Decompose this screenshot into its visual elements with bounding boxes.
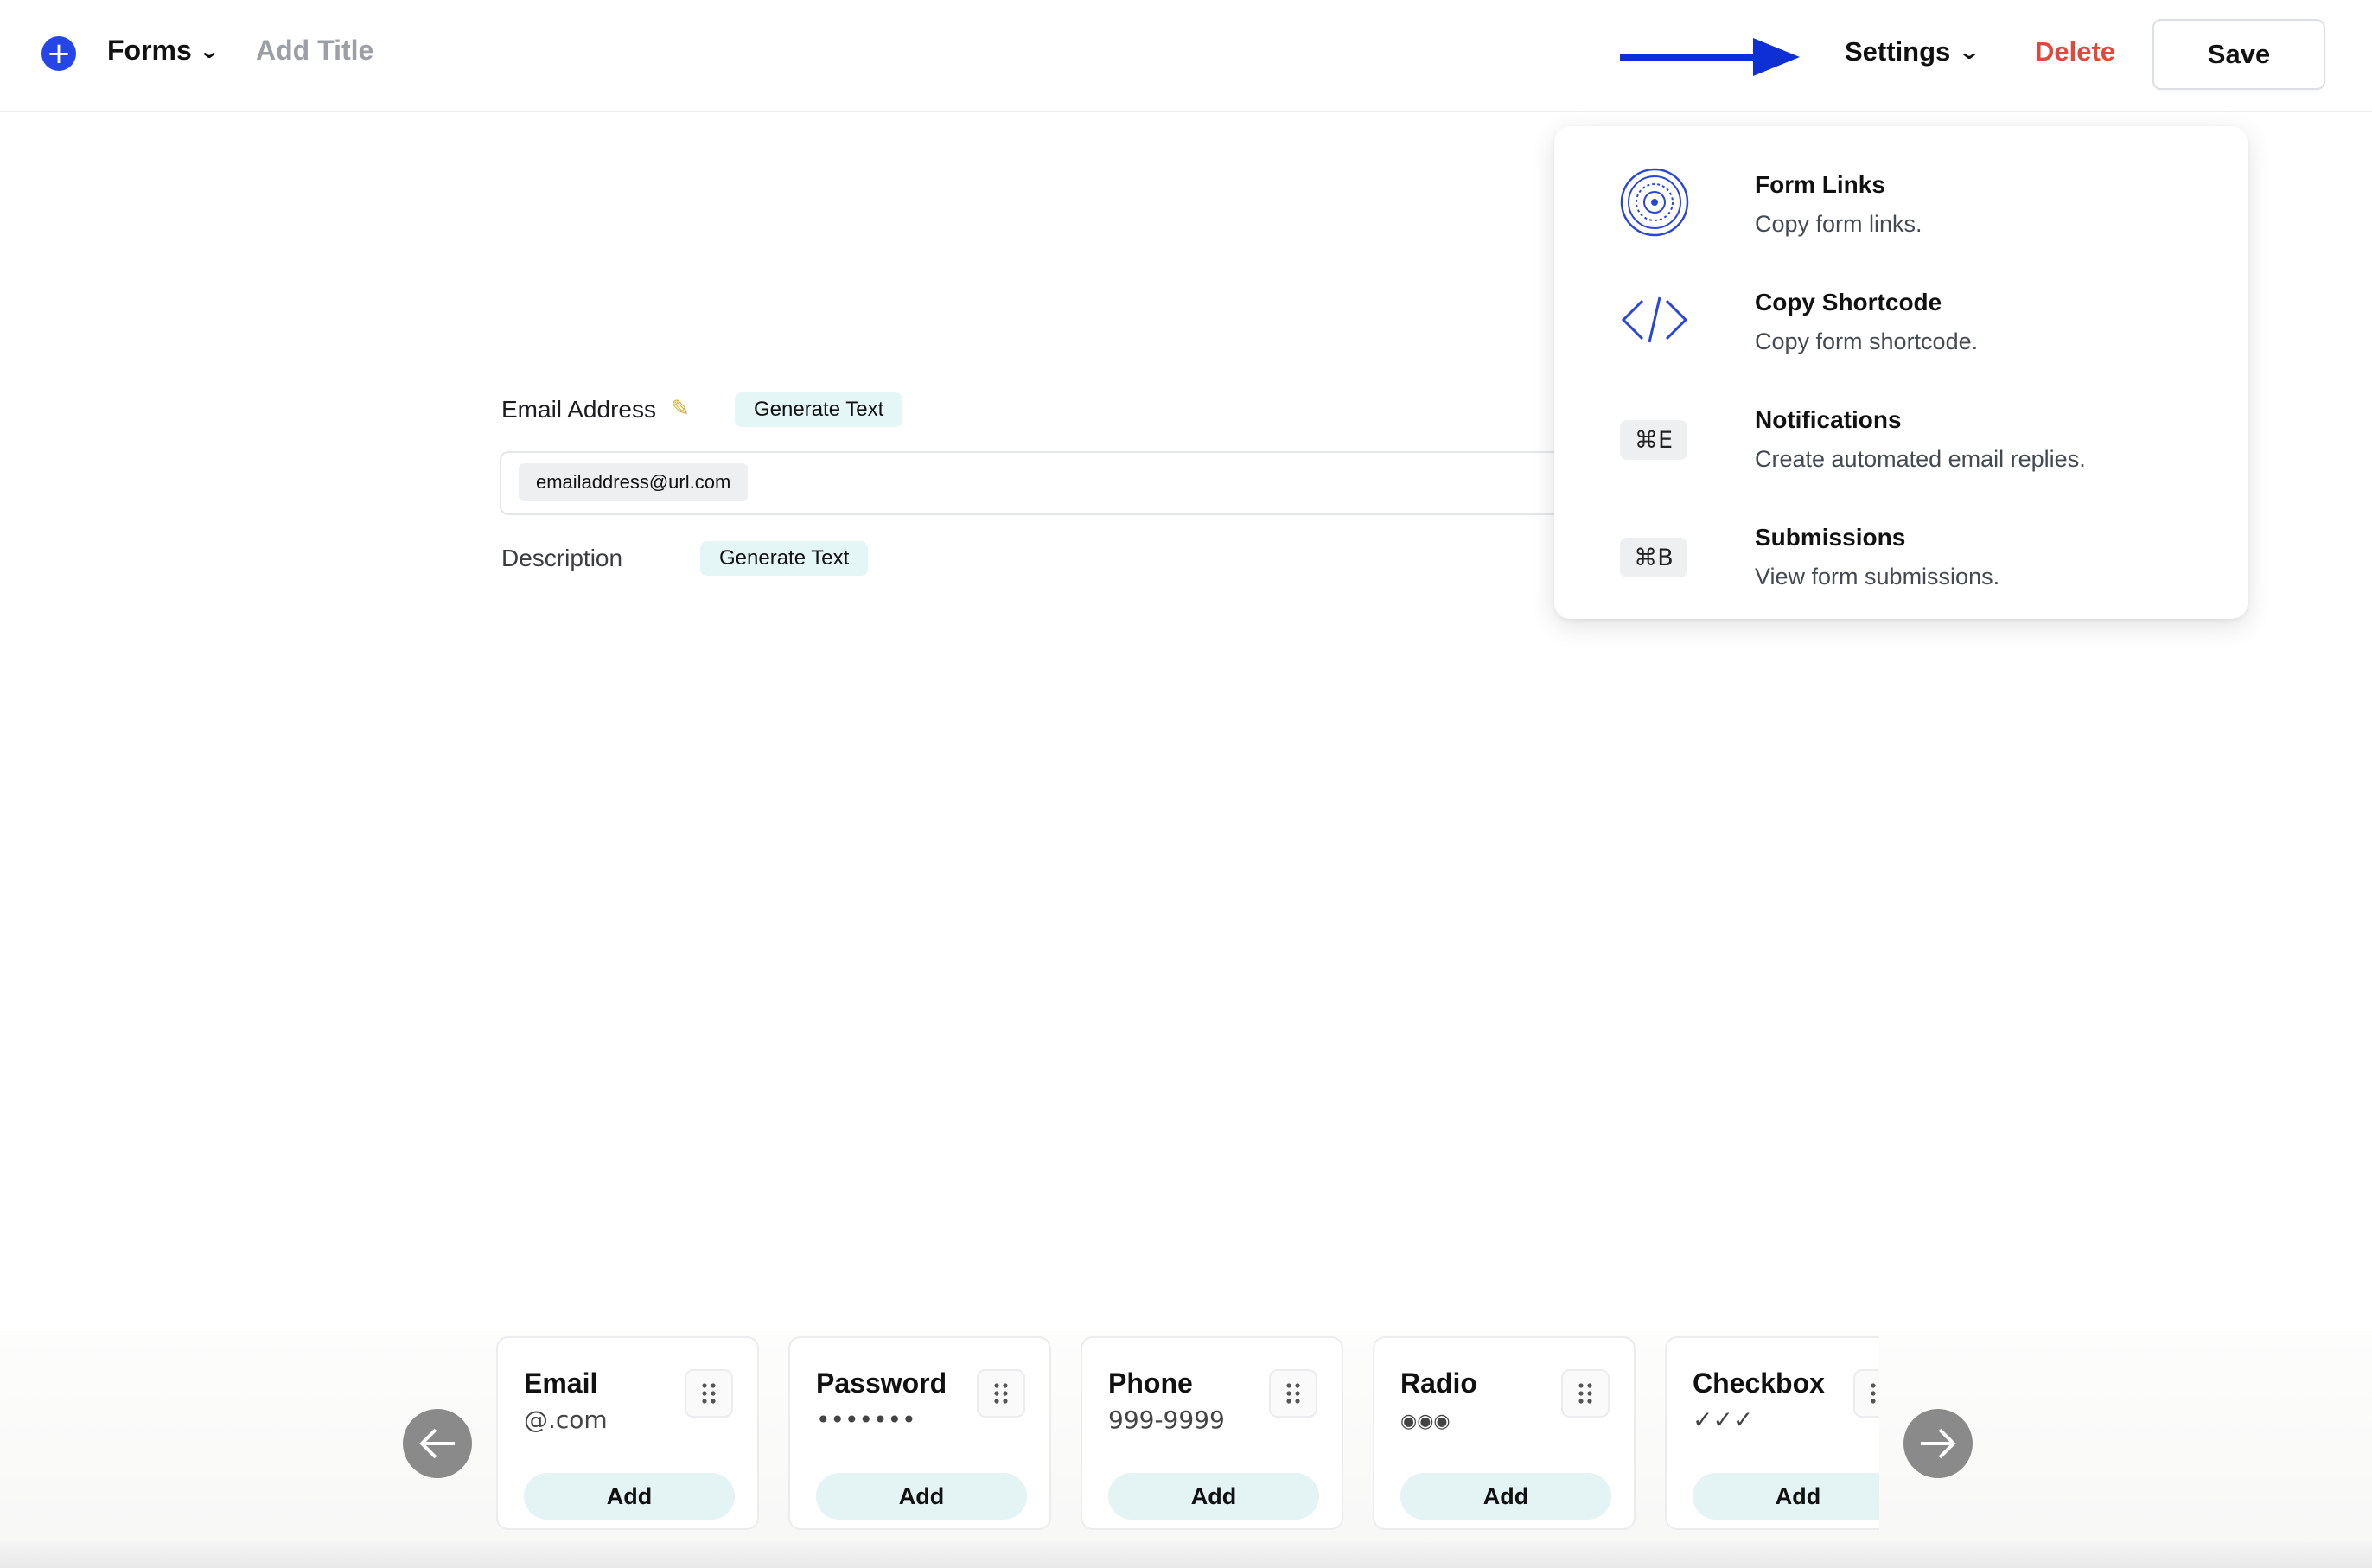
arrow-left-icon bbox=[419, 1428, 455, 1459]
menu-item-form-links[interactable]: Form Links Copy form links. bbox=[1554, 143, 2248, 259]
concentric-circles-icon bbox=[1618, 166, 1691, 239]
drag-handle-icon[interactable] bbox=[977, 1369, 1025, 1418]
forms-menu-label: Forms bbox=[107, 35, 192, 66]
chevron-down-icon: ⌄ bbox=[1958, 40, 1981, 64]
forms-menu[interactable]: Forms ⌄ bbox=[107, 35, 220, 67]
card-sample: 999-9999 bbox=[1108, 1405, 1225, 1434]
drag-handle-icon[interactable] bbox=[1853, 1369, 1879, 1418]
menu-item-description: Copy form shortcode. bbox=[1755, 328, 1979, 354]
settings-dropdown: Form Links Copy form links. Copy Shortco… bbox=[1554, 126, 2248, 619]
settings-label: Settings bbox=[1845, 36, 1951, 67]
add-field-button[interactable]: Add bbox=[816, 1473, 1027, 1520]
generate-text-button[interactable]: Generate Text bbox=[735, 392, 903, 427]
menu-item-title: Form Links bbox=[1755, 171, 1885, 198]
field-card-phone: Phone 999-9999 Add bbox=[1081, 1336, 1343, 1530]
menu-item-title: Submissions bbox=[1755, 524, 1906, 551]
menu-item-copy-shortcode[interactable]: Copy Shortcode Copy form shortcode. bbox=[1554, 261, 2248, 377]
email-field[interactable]: emailaddress@url.com bbox=[500, 451, 1627, 515]
shortcut-badge: ⌘B bbox=[1620, 538, 1687, 577]
field-card-email: Email @.com Add bbox=[496, 1336, 759, 1530]
email-field-label: Email Address bbox=[501, 396, 656, 423]
pointer-arrow-icon bbox=[1620, 38, 1800, 76]
add-field-button[interactable]: Add bbox=[524, 1473, 735, 1520]
card-title: Phone bbox=[1108, 1367, 1193, 1399]
shortcut-badge: ⌘E bbox=[1620, 420, 1687, 460]
description-field-label: Description bbox=[501, 545, 623, 571]
drag-handle-icon[interactable] bbox=[1269, 1369, 1317, 1418]
card-title: Password bbox=[816, 1367, 947, 1399]
card-sample: ◉◉◉ bbox=[1400, 1411, 1451, 1432]
generate-text-button[interactable]: Generate Text bbox=[700, 541, 869, 576]
menu-item-description: Copy form links. bbox=[1755, 211, 1922, 237]
delete-button[interactable]: Delete bbox=[2035, 36, 2115, 67]
add-field-button[interactable]: Add bbox=[1108, 1473, 1319, 1520]
field-card-password: Password ••••••• Add bbox=[788, 1336, 1051, 1530]
menu-item-submissions[interactable]: ⌘B Submissions View form submissions. bbox=[1554, 496, 2248, 612]
top-bar: + Forms ⌄ Add Title Settings ⌄ Delete Sa… bbox=[0, 0, 2372, 112]
menu-item-title: Copy Shortcode bbox=[1755, 289, 1942, 316]
card-title: Checkbox bbox=[1693, 1367, 1825, 1399]
menu-item-title: Notifications bbox=[1755, 406, 1902, 433]
menu-item-notifications[interactable]: ⌘E Notifications Create automated email … bbox=[1554, 379, 2248, 494]
arrow-right-icon bbox=[1921, 1428, 1956, 1459]
chevron-down-icon: ⌄ bbox=[197, 38, 220, 63]
card-sample: ✓✓✓ bbox=[1693, 1405, 1754, 1434]
add-form-button[interactable]: + bbox=[41, 36, 76, 71]
drag-handle-icon[interactable] bbox=[1561, 1369, 1610, 1418]
menu-item-description: Create automated email replies. bbox=[1755, 446, 2086, 472]
add-title-field[interactable]: Add Title bbox=[256, 35, 373, 67]
add-field-button[interactable]: Add bbox=[1400, 1473, 1611, 1520]
menu-item-description: View form submissions. bbox=[1755, 564, 2000, 590]
scroll-left-button[interactable] bbox=[403, 1409, 472, 1478]
palette-bottom-edge bbox=[0, 1542, 2372, 1568]
card-sample: ••••••• bbox=[816, 1405, 916, 1434]
pencil-icon[interactable]: ✎ bbox=[671, 396, 690, 422]
email-placeholder-chip: emailaddress@url.com bbox=[519, 463, 749, 501]
scroll-right-button[interactable] bbox=[1903, 1409, 1973, 1478]
add-field-button[interactable]: Add bbox=[1693, 1473, 1879, 1520]
card-title: Email bbox=[524, 1367, 598, 1399]
code-brackets-icon bbox=[1618, 284, 1691, 356]
card-sample: @.com bbox=[524, 1405, 608, 1434]
drag-handle-icon[interactable] bbox=[685, 1369, 733, 1418]
field-card-radio: Radio ◉◉◉ Add bbox=[1373, 1336, 1636, 1530]
card-title: Radio bbox=[1400, 1367, 1477, 1399]
save-button[interactable]: Save bbox=[2152, 19, 2325, 90]
settings-menu-button[interactable]: Settings ⌄ bbox=[1845, 36, 1981, 67]
field-cards-row: Email @.com Add Password ••••••• Add Pho… bbox=[496, 1336, 1879, 1533]
field-card-checkbox: Checkbox ✓✓✓ Add bbox=[1665, 1336, 1879, 1530]
